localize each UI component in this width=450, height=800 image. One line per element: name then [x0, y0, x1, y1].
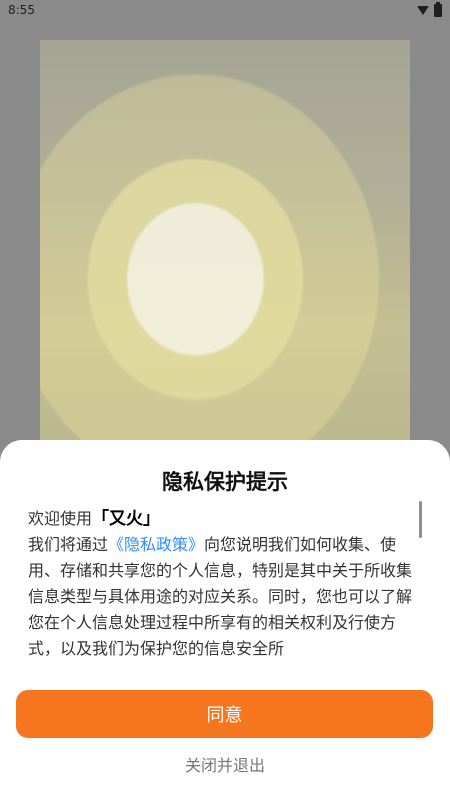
agree-button[interactable]: 同意 [16, 690, 433, 738]
greeting-prefix: 欢迎使用 [28, 509, 93, 528]
privacy-dialog: 隐私保护提示 欢迎使用「又火」 我们将通过《隐私政策》向您说明我们如何收集、使用… [0, 440, 450, 800]
content-scrollbar[interactable] [419, 501, 422, 538]
policy-description: 我们将通过《隐私政策》向您说明我们如何收集、使用、存储和共享您的个人信息，特别是… [28, 532, 418, 662]
status-time: 8:55 [8, 3, 35, 17]
dialog-title: 隐私保护提示 [162, 470, 288, 494]
status-bar: 8:55 [0, 0, 450, 20]
app-name: 「又火」 [92, 509, 161, 529]
greeting-line: 欢迎使用「又火」 [28, 506, 418, 532]
wifi-icon [417, 5, 429, 15]
close-and-exit-button[interactable]: 关闭并退出 [0, 752, 450, 776]
privacy-policy-link[interactable]: 《隐私政策》 [108, 535, 204, 554]
status-icons [417, 1, 442, 17]
privacy-content: 欢迎使用「又火」 我们将通过《隐私政策》向您说明我们如何收集、使用、存储和共享您… [28, 506, 418, 676]
background-artwork [40, 40, 410, 500]
policy-intro: 我们将通过 [28, 535, 109, 554]
battery-icon [434, 1, 442, 17]
